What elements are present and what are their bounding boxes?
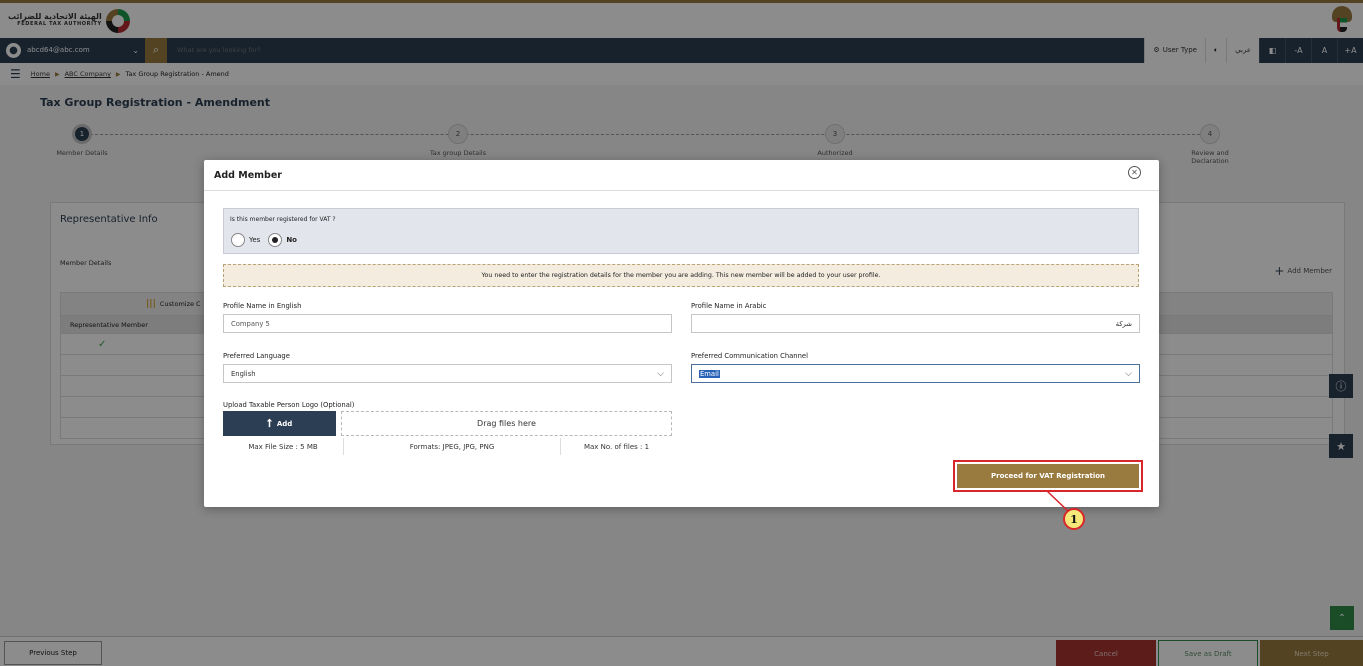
- vat-no-option[interactable]: No: [268, 233, 297, 247]
- allowed-formats: Formats: JPEG, JPG, PNG: [343, 438, 561, 455]
- channel-select[interactable]: Email ⌵: [691, 364, 1140, 383]
- add-member-dialog: Add Member ✕ Is this member registered f…: [204, 160, 1159, 507]
- radio-yes[interactable]: [231, 233, 245, 247]
- upload-add-label: Add: [276, 419, 293, 428]
- max-file-size: Max File Size : 5 MB: [248, 442, 318, 451]
- language-value: English: [231, 369, 256, 378]
- chevron-down-icon: ⌵: [657, 368, 664, 379]
- proceed-highlight: Proceed for VAT Registration: [953, 460, 1143, 492]
- profile-ar-label: Profile Name in Arabic: [691, 302, 767, 310]
- upload-label: Upload Taxable Person Logo (Optional): [223, 401, 355, 409]
- language-label: Preferred Language: [223, 352, 290, 360]
- vat-question-panel: Is this member registered for VAT ? Yes …: [223, 208, 1139, 254]
- language-select[interactable]: English ⌵: [223, 364, 672, 383]
- channel-label: Preferred Communication Channel: [691, 352, 808, 360]
- vat-question: Is this member registered for VAT ?: [230, 216, 336, 223]
- vat-radio-group: Yes No: [231, 233, 297, 247]
- proceed-vat-registration-button[interactable]: Proceed for VAT Registration: [957, 464, 1139, 488]
- dialog-title: Add Member: [214, 170, 282, 181]
- upload-icon: ⭡: [266, 416, 272, 430]
- profile-ar-input[interactable]: [691, 314, 1140, 333]
- file-drop-zone[interactable]: Drag files here: [341, 411, 672, 436]
- profile-en-label: Profile Name in English: [223, 302, 302, 310]
- channel-value: Email: [699, 369, 720, 378]
- chevron-down-icon: ⌵: [1125, 368, 1132, 379]
- info-notice: You need to enter the registration detai…: [223, 264, 1139, 287]
- vat-yes-option[interactable]: Yes: [231, 233, 260, 247]
- step-callout-badge: 1: [1063, 508, 1085, 530]
- upload-add-button[interactable]: ⭡ Add: [223, 411, 336, 436]
- radio-no[interactable]: [268, 233, 283, 247]
- yes-label: Yes: [249, 236, 261, 244]
- max-files: Max No. of files : 1: [583, 442, 650, 451]
- divider: [204, 190, 1159, 191]
- profile-en-input[interactable]: [223, 314, 672, 333]
- no-label: No: [286, 236, 297, 244]
- close-icon[interactable]: ✕: [1128, 166, 1141, 179]
- upload-constraints: Max File Size : 5 MB Formats: JPEG, JPG,…: [223, 438, 672, 455]
